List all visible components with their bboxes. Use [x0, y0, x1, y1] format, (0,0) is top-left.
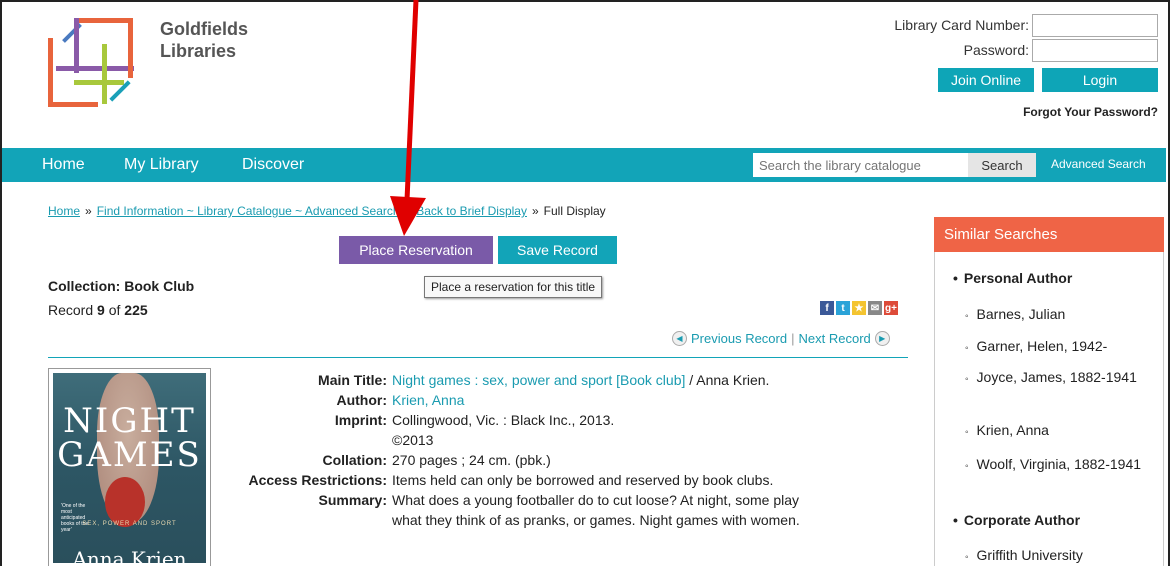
record-navigation: ◀ Previous Record | Next Record ▶ — [668, 331, 894, 346]
card-number-label: Library Card Number: — [894, 17, 1029, 33]
cover-title-2: GAMES — [57, 435, 202, 475]
similar-author-link[interactable]: Krien, Anna — [965, 420, 1145, 443]
detail-value: ©2013 — [392, 432, 434, 448]
goldfields-logo[interactable] — [46, 16, 136, 112]
reservation-tooltip: Place a reservation for this title — [424, 276, 603, 298]
breadcrumb-back-to-brief[interactable]: Back to Brief Display — [416, 204, 527, 218]
similar-corporate-link[interactable]: Griffith University — [965, 545, 1145, 566]
detail-value: Items held can only be borrowed and rese… — [392, 472, 774, 488]
save-record-button[interactable]: Save Record — [498, 236, 617, 264]
breadcrumb-home[interactable]: Home — [48, 204, 80, 218]
catalogue-search-input[interactable] — [753, 153, 968, 177]
facebook-icon[interactable]: f — [820, 301, 834, 315]
logo-text: Goldfields Libraries — [160, 18, 248, 62]
detail-label: Summary: — [318, 492, 387, 508]
advanced-search-link[interactable]: Advanced Search — [1051, 157, 1146, 171]
detail-label — [214, 510, 392, 530]
detail-row: what they think of as pranks, or games. … — [214, 510, 892, 530]
detail-row: Main Title: Night games : sex, power and … — [214, 370, 892, 390]
detail-value: what they think of as pranks, or games. … — [392, 512, 800, 528]
cover-blurb: 'One of the most anticipated books of th… — [61, 503, 89, 533]
detail-label: Author: — [336, 392, 387, 408]
nav-discover[interactable]: Discover — [242, 156, 304, 174]
detail-row: ©2013 — [214, 430, 892, 450]
breadcrumb-find-information[interactable]: Find Information ~ Library Catalogue ~ A… — [97, 204, 400, 218]
nav-my-library[interactable]: My Library — [124, 156, 199, 174]
detail-label: Access Restrictions: — [248, 472, 387, 488]
card-number-input[interactable] — [1032, 13, 1158, 37]
previous-arrow-icon[interactable]: ◀ — [672, 331, 687, 346]
search-button[interactable]: Search — [968, 153, 1036, 177]
record-total: 225 — [124, 302, 148, 318]
password-label: Password: — [963, 42, 1029, 58]
cover-author: Anna Krien — [72, 547, 187, 563]
previous-record-link[interactable]: Previous Record — [691, 331, 787, 346]
forgot-password-link[interactable]: Forgot Your Password? — [858, 105, 1158, 119]
detail-row: Collation: 270 pages ; 24 cm. (pbk.) — [214, 450, 892, 470]
detail-label: Imprint: — [334, 412, 387, 428]
join-online-button[interactable]: Join Online — [938, 68, 1034, 92]
twitter-icon[interactable]: t — [836, 301, 850, 315]
similar-author-link[interactable]: Garner, Helen, 1942- — [965, 336, 1145, 359]
password-input[interactable] — [1032, 38, 1158, 62]
similar-author-link[interactable]: Barnes, Julian — [965, 304, 1145, 327]
main-title-link[interactable]: Night games : sex, power and sport [Book… — [392, 372, 685, 388]
collection-label: Collection: Book Club — [48, 278, 195, 294]
breadcrumb: Home » Find Information ~ Library Catalogu… — [48, 204, 606, 218]
cover-subtitle: SEX, POWER AND SPORT — [82, 521, 177, 527]
record-counter: Record 9 of 225 — [48, 302, 148, 318]
next-record-link[interactable]: Next Record — [799, 331, 871, 346]
similar-searches-header: Similar Searches — [934, 217, 1164, 252]
record-prefix: Record — [48, 302, 98, 318]
main-nav: Home My Library Discover Search Advanced… — [2, 148, 1166, 182]
record-details: Main Title: Night games : sex, power and … — [214, 370, 892, 530]
detail-row: Summary: What does a young footballer do … — [214, 490, 892, 510]
record-of: of — [104, 302, 125, 318]
similar-searches-panel: Personal Author Barnes, Julian Garner, H… — [934, 252, 1164, 566]
detail-value: Collingwood, Vic. : Black Inc., 2013. — [392, 412, 615, 428]
similar-author-link[interactable]: Joyce, James, 1882-1941 — [965, 367, 1145, 390]
logo-line-2: Libraries — [160, 41, 237, 61]
login-button[interactable]: Login — [1042, 68, 1158, 92]
personal-author-heading: Personal Author — [953, 270, 1072, 286]
share-icons: f t ★ ✉ g+ — [820, 301, 898, 315]
googleplus-icon[interactable]: g+ — [884, 301, 898, 315]
logo-line-1: Goldfields — [160, 19, 249, 39]
detail-row: Author: Krien, Anna — [214, 390, 892, 410]
corporate-author-heading: Corporate Author — [953, 512, 1080, 528]
author-link[interactable]: Krien, Anna — [392, 392, 464, 408]
record-number: 9 — [97, 302, 105, 318]
detail-value: What does a young footballer do to cut l… — [392, 492, 800, 508]
login-panel: Library Card Number: Password: Join Onli… — [858, 13, 1158, 119]
detail-label: Collation: — [322, 452, 387, 468]
detail-row: Access Restrictions: Items held can only … — [214, 470, 892, 490]
similar-author-link[interactable]: Woolf, Virginia, 1882-1941 — [965, 454, 1145, 477]
detail-label — [214, 430, 392, 450]
favorite-icon[interactable]: ★ — [852, 301, 866, 315]
email-icon[interactable]: ✉ — [868, 301, 882, 315]
record-nav-divider: | — [791, 331, 795, 346]
breadcrumb-separator: » — [404, 204, 412, 218]
breadcrumb-separator: » — [531, 204, 539, 218]
cover-football — [105, 477, 145, 527]
detail-label: Main Title: — [318, 372, 387, 388]
detail-value: / Anna Krien. — [685, 372, 770, 388]
divider — [48, 357, 908, 358]
breadcrumb-separator: » — [85, 204, 92, 218]
detail-row: Imprint: Collingwood, Vic. : Black Inc., … — [214, 410, 892, 430]
nav-home[interactable]: Home — [42, 156, 85, 174]
detail-value: 270 pages ; 24 cm. (pbk.) — [392, 452, 551, 468]
next-arrow-icon[interactable]: ▶ — [874, 331, 890, 346]
book-cover[interactable]: NIGHT GAMES 'One of the most anticipated… — [48, 368, 211, 566]
breadcrumb-current: Full Display — [543, 204, 606, 218]
place-reservation-button[interactable]: Place Reservation — [339, 236, 493, 264]
